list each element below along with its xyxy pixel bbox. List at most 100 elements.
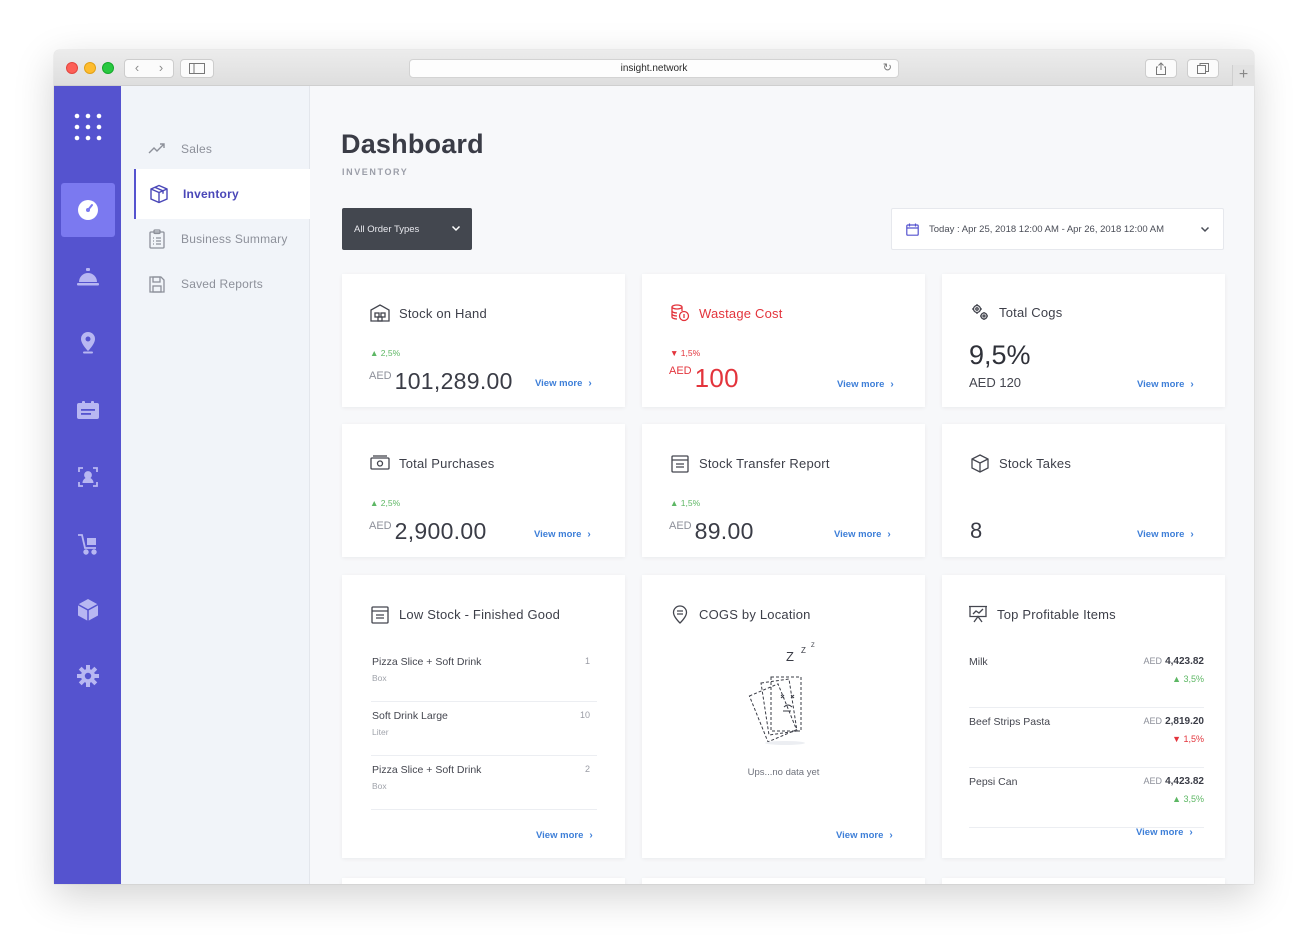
subnav-item-label: Saved Reports [181,277,263,291]
card-title: Total Cogs [969,302,1062,322]
rail-orders[interactable] [61,383,115,437]
chevron-right-icon: › [887,529,891,540]
card-title: Top Profitable Items [967,604,1116,624]
card-title: COGS by Location [669,604,811,624]
list-item[interactable]: Pizza Slice + Soft Drink Box 1 [371,648,597,702]
coins-icon [669,303,691,323]
stat-subvalue: AED 120 [969,375,1022,390]
stat-value: 101,289.00 [394,368,513,394]
view-more-link[interactable]: View more › [1136,827,1193,838]
card-low-stock: Low Stock - Finished Good Pizza Slice + … [342,575,625,858]
card-stock-transfer: Stock Transfer Report ▲ 1,5% AED 89.00 V… [642,424,925,557]
presentation-board-icon [967,604,989,624]
rail-dashboard[interactable] [61,183,115,237]
rail-menu[interactable] [61,250,115,304]
card-partial [342,878,625,884]
minimize-window-button[interactable] [84,62,96,74]
apps-grid-button[interactable] [61,100,115,154]
list-item[interactable]: Beef Strips Pasta AED 2,819.20 ▼ 1,5% [969,708,1204,768]
card-top-profitable: Top Profitable Items Milk AED 4,423.82 ▲ … [942,575,1225,858]
sleep-z-label: Z [811,643,815,649]
card-partial [642,878,925,884]
list-item[interactable]: Pizza Slice + Soft Drink Box 2 [371,756,597,810]
list-item[interactable]: Soft Drink Large Liter 10 [371,702,597,756]
view-more-link[interactable]: View more › [836,830,893,841]
browser-toolbar: ‹ › insight.network ↻ + [54,50,1254,86]
document-list-icon [669,453,691,473]
subnav-item-inventory[interactable]: Inventory [134,169,310,219]
chevron-right-icon: › [1189,827,1193,838]
gear-icon [77,665,99,687]
close-window-button[interactable] [66,62,78,74]
card-title: Total Purchases [369,453,495,473]
address-bar[interactable]: insight.network ↻ [409,59,899,78]
card-title: Stock Transfer Report [669,453,830,473]
dashboard-gauge-icon [78,200,98,220]
sidebar-toggle-button[interactable] [180,59,214,78]
card-title: Wastage Cost [669,303,783,323]
stat-value: 100 [694,363,739,393]
url-text: insight.network [620,63,688,74]
document-list-icon [369,604,391,624]
new-tab-button[interactable]: + [1232,65,1254,86]
rail-staff[interactable] [61,450,115,504]
reload-icon[interactable]: ↻ [883,60,892,77]
chevron-right-icon: › [587,529,591,540]
value-row: AED 100 [669,363,739,393]
chevron-down-icon [451,225,461,232]
cart-icon [78,534,97,555]
view-more-link[interactable]: View more › [837,379,894,390]
chevron-right-icon: › [589,830,593,841]
date-range-picker[interactable]: Today : Apr 25, 2018 12:00 AM - Apr 26, … [891,208,1224,250]
subnav-item-label: Sales [181,142,213,156]
share-button[interactable] [1145,59,1177,78]
rail-settings[interactable] [61,649,115,703]
sidebar-icon [189,63,205,74]
trend-indicator: ▲ 1,5% [670,498,701,508]
subnav-item-sales[interactable]: Sales [134,124,310,174]
gears-icon [969,302,991,322]
chevron-right-icon: › [890,379,894,390]
top-profitable-list: Milk AED 4,423.82 ▲ 3,5% Beef Strips Past… [969,648,1204,828]
view-more-link[interactable]: View more › [535,378,592,389]
trend-indicator: ▼ 1,5% [1172,734,1204,744]
warehouse-icon [369,303,391,323]
stat-value: 89.00 [694,518,754,544]
subnav-item-business-summary[interactable]: Business Summary [134,214,310,264]
order-type-select[interactable]: All Order Types [342,208,472,250]
chevron-right-icon: › [1190,529,1194,540]
chevron-down-icon [1200,226,1210,233]
view-more-link[interactable]: View more › [536,830,593,841]
list-item[interactable]: Pepsi Can AED 4,423.82 ▲ 3,5% [969,768,1204,828]
page-subtitle: INVENTORY [342,167,409,177]
chevron-right-icon: › [1190,379,1194,390]
cloche-icon [77,268,99,286]
trend-indicator: ▲ 2,5% [370,498,401,508]
card-cogs-by-location: COGS by Location Z Z Z Ups...no data yet… [642,575,925,858]
subnav-item-saved-reports[interactable]: Saved Reports [134,259,310,309]
empty-state-illustration: Z Z Z [747,643,827,758]
user-badge-icon [78,467,98,487]
rail-inventory[interactable] [61,583,115,637]
view-more-link[interactable]: View more › [1137,379,1194,390]
card-total-cogs: Total Cogs 9,5% AED 120 View more › [942,274,1225,407]
view-more-link[interactable]: View more › [1137,529,1194,540]
view-more-link[interactable]: View more › [834,529,891,540]
list-item[interactable]: Milk AED 4,423.82 ▲ 3,5% [969,648,1204,708]
forward-button[interactable]: › [149,60,173,76]
save-icon [147,274,167,294]
view-more-link[interactable]: View more › [534,529,591,540]
browser-window: ‹ › insight.network ↻ + Sales Inventory … [54,50,1254,884]
value-row: AED 89.00 [669,518,754,544]
low-stock-list: Pizza Slice + Soft Drink Box 1 Soft Drin… [371,648,597,810]
trend-indicator: ▲ 3,5% [1172,674,1204,684]
stat-value: 2,900.00 [394,518,487,544]
zoom-window-button[interactable] [102,62,114,74]
card-stock-takes: Stock Takes 8 View more › [942,424,1225,557]
tabs-overview-button[interactable] [1187,59,1219,78]
date-range-value: Today : Apr 25, 2018 12:00 AM - Apr 26, … [929,223,1165,235]
rail-locations[interactable] [61,316,115,370]
rail-purchasing[interactable] [61,517,115,571]
stat-value: 9,5% [969,340,1031,370]
back-button[interactable]: ‹ [125,60,149,76]
